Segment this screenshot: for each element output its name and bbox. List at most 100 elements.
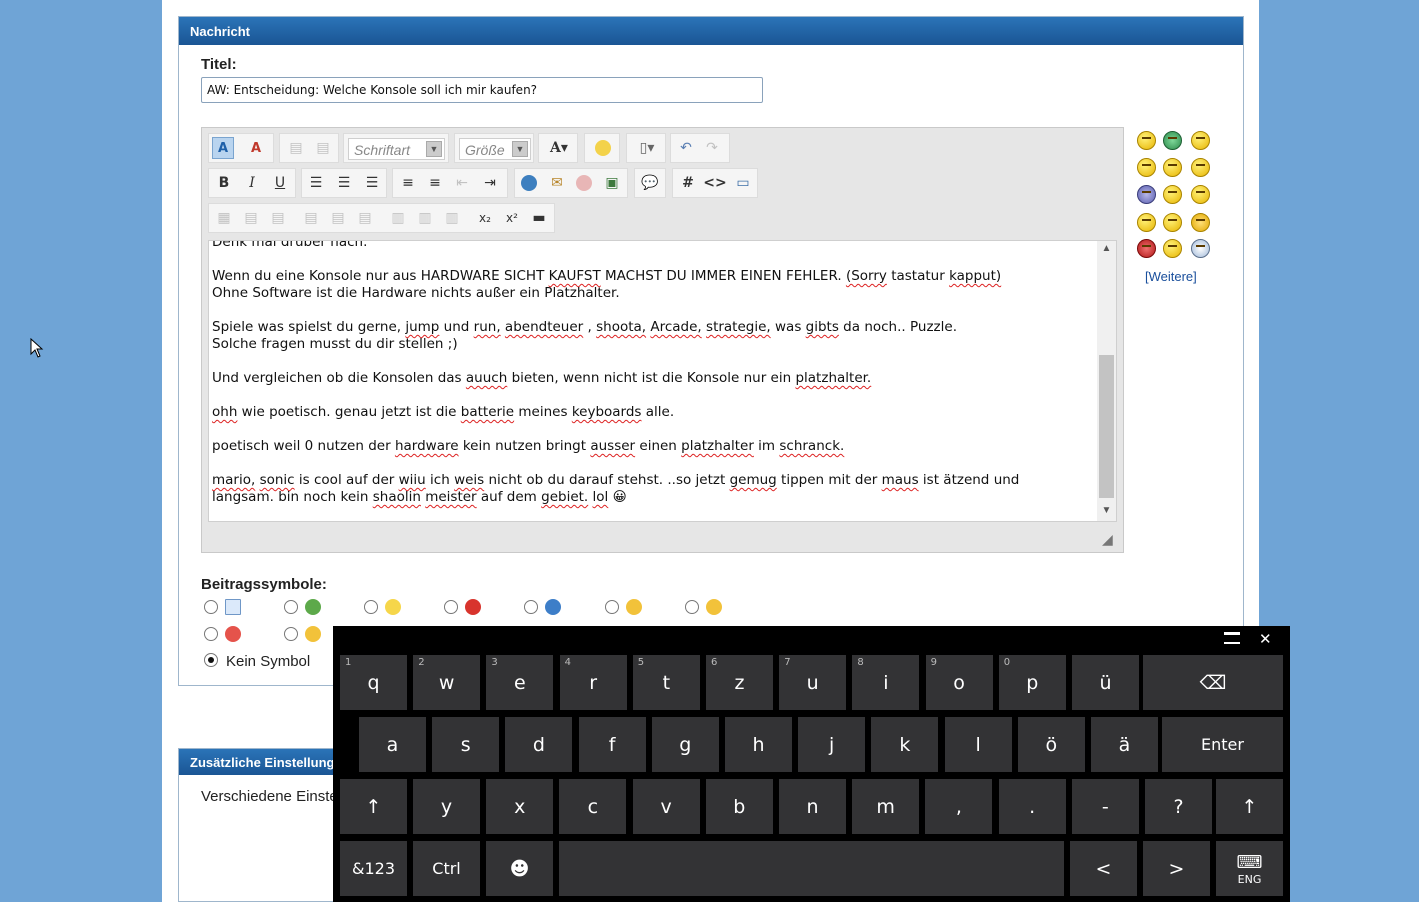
key-l[interactable]: l	[944, 717, 1012, 772]
left-arrow-key[interactable]: <	[1070, 841, 1137, 896]
subscript-icon[interactable]: x₂	[474, 207, 496, 229]
font-family-select[interactable]: Schriftart ▼	[348, 138, 445, 160]
align-right-icon[interactable]: ☰	[361, 172, 383, 194]
post-icon-radio[interactable]	[364, 600, 378, 614]
remove-format-icon[interactable]: A	[245, 137, 267, 159]
delete-row-icon[interactable]: ▤	[354, 207, 376, 229]
table-row-icon[interactable]: ▤	[240, 207, 262, 229]
enter-key[interactable]: Enter	[1162, 717, 1283, 772]
key-ä[interactable]: ä	[1091, 717, 1158, 772]
wink-icon[interactable]	[1191, 131, 1210, 150]
backspace-key[interactable]: ⌫	[1143, 655, 1283, 710]
ctrl-key[interactable]: Ctrl	[413, 841, 480, 896]
quote-icon[interactable]: 💬	[639, 172, 661, 194]
smiley-icon[interactable]	[592, 137, 614, 159]
key-q[interactable]: 1q	[340, 655, 407, 710]
wysiwyg-toggle-icon[interactable]: A	[212, 137, 234, 159]
scrollbar-thumb[interactable]	[1099, 355, 1114, 498]
post-icon-radio[interactable]	[444, 600, 458, 614]
key-k[interactable]: k	[871, 717, 939, 772]
superscript-icon[interactable]: x²	[501, 207, 523, 229]
post-icon-radio[interactable]	[284, 627, 298, 641]
key-e[interactable]: 3e	[486, 655, 554, 710]
grin-icon[interactable]	[1163, 131, 1182, 150]
post-icon-radio[interactable]	[524, 600, 538, 614]
vertical-scrollbar[interactable]: ▲ ▼	[1097, 241, 1116, 521]
horizontal-rule-icon[interactable]: ▬	[528, 207, 550, 229]
key-0[interactable]: y	[413, 779, 480, 834]
tongue-icon[interactable]	[1137, 158, 1156, 177]
paste-icon[interactable]: ▤	[285, 137, 307, 159]
key-g[interactable]: g	[651, 717, 719, 772]
more-smilies-link[interactable]: [Weitere]	[1145, 269, 1197, 284]
key-3[interactable]: v	[632, 779, 700, 834]
key-ü[interactable]: ü	[1072, 655, 1139, 710]
post-icon-radio[interactable]	[685, 600, 699, 614]
emoji-key[interactable]: ☻	[486, 841, 553, 896]
insert-row-above-icon[interactable]: ▤	[300, 207, 322, 229]
link-icon[interactable]	[518, 172, 540, 194]
unlink-icon[interactable]	[573, 172, 595, 194]
key-10[interactable]: ?	[1145, 779, 1212, 834]
image-icon[interactable]: ▣	[601, 172, 623, 194]
post-icon-radio[interactable]	[284, 600, 298, 614]
key-f[interactable]: f	[578, 717, 646, 772]
nerd-icon[interactable]	[1163, 213, 1182, 232]
outdent-icon[interactable]: ⇤	[451, 172, 473, 194]
shift-left-key[interactable]: ↑	[340, 779, 407, 834]
language-key[interactable]: ⌨ ENG	[1216, 841, 1283, 896]
numbers-symbols-key[interactable]: &123	[340, 841, 407, 896]
ordered-list-icon[interactable]: ≡	[397, 172, 419, 194]
key-s[interactable]: s	[432, 717, 500, 772]
key-4[interactable]: b	[705, 779, 773, 834]
key-d[interactable]: d	[505, 717, 573, 772]
font-size-select[interactable]: Größe ▼	[459, 138, 531, 160]
post-icon-radio[interactable]	[204, 600, 218, 614]
table-delete-icon[interactable]: ▤	[267, 207, 289, 229]
redo-icon[interactable]: ↷	[701, 137, 723, 159]
attachment-icon[interactable]: ▯▾	[631, 137, 663, 159]
key-9[interactable]: -	[1071, 779, 1139, 834]
frown-icon[interactable]	[1191, 185, 1210, 204]
unordered-list-icon[interactable]: ≡	[424, 172, 446, 194]
key-u[interactable]: 7u	[779, 655, 847, 710]
dock-icon[interactable]	[1224, 632, 1240, 644]
key-7[interactable]: ,	[925, 779, 993, 834]
align-left-icon[interactable]: ☰	[305, 172, 327, 194]
message-textarea[interactable]: Denk mal drüber nach. Wenn du eine Konso…	[208, 240, 1117, 522]
insert-col-right-icon[interactable]: ▥	[414, 207, 436, 229]
php-code-icon[interactable]: ▭	[732, 172, 754, 194]
shift-right-key[interactable]: ↑	[1216, 779, 1283, 834]
scroll-up-icon[interactable]: ▲	[1100, 243, 1113, 257]
underline-button[interactable]: U	[269, 172, 291, 194]
key-h[interactable]: h	[725, 717, 792, 772]
undo-icon[interactable]: ↶	[675, 137, 697, 159]
key-j[interactable]: j	[798, 717, 866, 772]
key-2[interactable]: c	[559, 779, 627, 834]
scroll-down-icon[interactable]: ▼	[1100, 505, 1113, 519]
post-icon-radio[interactable]	[204, 627, 218, 641]
insert-col-left-icon[interactable]: ▥	[387, 207, 409, 229]
key-w[interactable]: 2w	[413, 655, 481, 710]
delete-col-icon[interactable]: ▥	[441, 207, 463, 229]
hash-icon[interactable]: #	[677, 172, 699, 194]
ghost-icon[interactable]	[1191, 239, 1210, 258]
right-arrow-key[interactable]: >	[1143, 841, 1210, 896]
key-8[interactable]: .	[998, 779, 1066, 834]
code-icon[interactable]: <>	[703, 172, 726, 194]
key-ö[interactable]: ö	[1017, 717, 1085, 772]
key-5[interactable]: n	[779, 779, 846, 834]
eek-icon[interactable]	[1163, 185, 1182, 204]
biggrin-icon[interactable]	[1137, 213, 1156, 232]
bold-button[interactable]: B	[213, 172, 235, 194]
title-input[interactable]	[201, 77, 763, 103]
insert-row-below-icon[interactable]: ▤	[327, 207, 349, 229]
paste-text-icon[interactable]: ▤	[312, 137, 334, 159]
smile-icon[interactable]	[1137, 131, 1156, 150]
table-icon[interactable]: ▦	[213, 207, 235, 229]
email-icon[interactable]: ✉	[546, 172, 568, 194]
cool-icon[interactable]	[1191, 158, 1210, 177]
rolleyes-icon[interactable]	[1137, 185, 1156, 204]
close-icon[interactable]: ✕	[1259, 630, 1272, 648]
surprised-icon[interactable]	[1163, 239, 1182, 258]
